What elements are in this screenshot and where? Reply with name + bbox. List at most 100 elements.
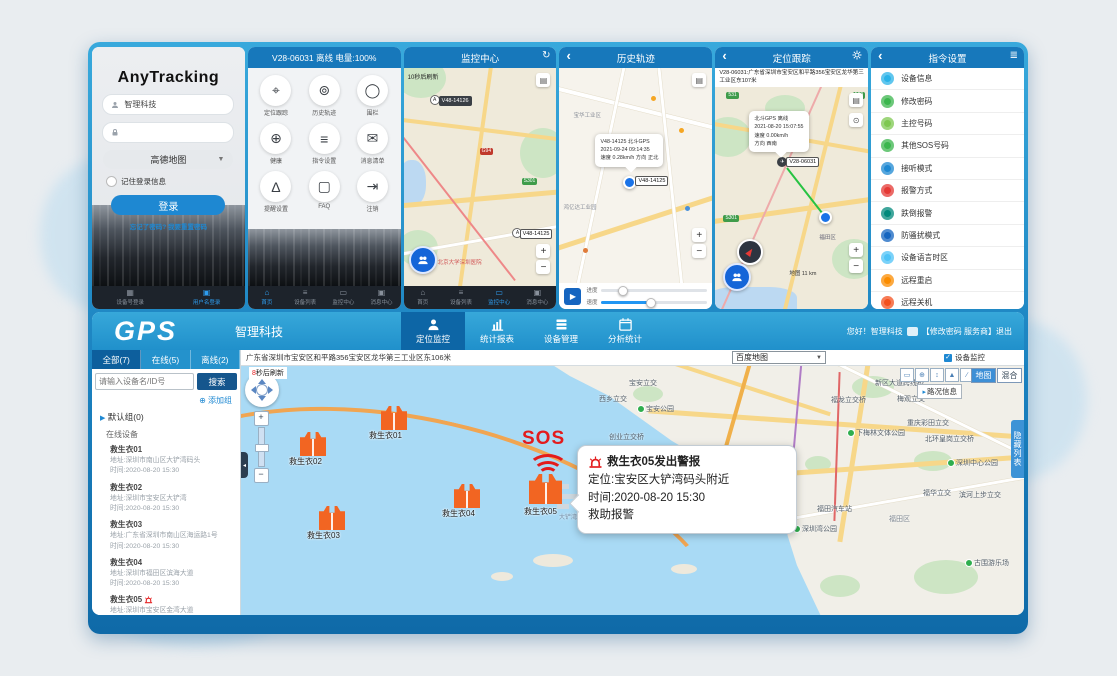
- device-list-item[interactable]: 救生衣02 地址:深圳市宝安区大铲湾 时间:2020-08-20 15:30: [92, 480, 240, 518]
- back-icon[interactable]: ‹: [566, 48, 570, 63]
- nav-reports[interactable]: 统计报表: [465, 312, 529, 350]
- map-provider-select[interactable]: 高德地图 ▼: [103, 150, 233, 169]
- menu-item-commands[interactable]: ≡指令设置: [300, 123, 348, 165]
- remember-checkbox[interactable]: [106, 176, 117, 187]
- forgot-password-link[interactable]: 忘记了密码? 我要重置密码: [92, 221, 245, 231]
- layers-button[interactable]: ▤: [849, 93, 863, 107]
- command-alarm-mode[interactable]: 报警方式: [871, 180, 1024, 202]
- tab-all-devices[interactable]: 全部(7): [92, 350, 141, 369]
- tab-message-center[interactable]: ▣消息中心: [518, 286, 556, 309]
- compass-icon[interactable]: [737, 239, 763, 265]
- menu-item-health[interactable]: ⊕健康: [252, 123, 300, 165]
- username-field[interactable]: 智理科技: [102, 94, 234, 115]
- menu-item-faq[interactable]: ▢FAQ: [300, 171, 348, 213]
- play-button[interactable]: ▶: [564, 288, 581, 305]
- zoom-in-button[interactable]: +: [536, 244, 550, 258]
- menu-item-logout[interactable]: ⇥注销: [348, 171, 396, 213]
- device-marker-label[interactable]: V48-14126: [439, 96, 472, 106]
- main-map[interactable]: 西乡立交 宝安立交 宝安公园 创业立交桥 新区大道跨线桥 梅观立交 福龙立交桥 …: [241, 366, 1024, 615]
- menu-item-reminders[interactable]: Δ提醒设置: [252, 171, 300, 213]
- map-type-hybrid-button[interactable]: 混合: [997, 368, 1022, 383]
- nav-device-management[interactable]: 设备管理: [529, 312, 593, 350]
- zoom-out-button[interactable]: −: [692, 244, 706, 258]
- device-search-input[interactable]: [95, 373, 194, 390]
- pan-left-icon[interactable]: [247, 386, 256, 394]
- command-change-password[interactable]: 修改密码: [871, 90, 1024, 112]
- device-list-item-alarm[interactable]: 救生衣05 地址:深圳市宝安区金湾大道 时间:2020-08-20 15:30: [92, 592, 240, 615]
- command-remote-shutdown[interactable]: 远程关机: [871, 292, 1024, 309]
- menu-item-fence[interactable]: ◯围栏: [348, 75, 396, 117]
- command-dnd-mode[interactable]: 防骚扰模式: [871, 225, 1024, 247]
- device-monitor-toggle[interactable]: ✓ 设备监控: [944, 352, 985, 363]
- command-remote-restart[interactable]: 远程重启: [871, 270, 1024, 292]
- map-type-map-button[interactable]: 地图: [971, 368, 996, 383]
- tab-user-login[interactable]: ▣ 用户名登录: [168, 286, 244, 309]
- command-master-number[interactable]: 主控号码: [871, 113, 1024, 135]
- zoom-handle[interactable]: [255, 444, 269, 452]
- layers-button[interactable]: ▤: [692, 73, 706, 87]
- tab-device-list[interactable]: ≡设备列表: [442, 286, 480, 309]
- traffic-info-tooltip[interactable]: 路况信息: [917, 384, 962, 399]
- streetview-button[interactable]: ⊙: [849, 113, 863, 127]
- list-menu-icon[interactable]: ≣: [1010, 50, 1018, 61]
- nav-monitoring[interactable]: 定位监控: [401, 312, 465, 350]
- command-answer-mode[interactable]: 接听模式: [871, 158, 1024, 180]
- tracking-map[interactable]: 531 529 S301 ▤ ⊙ 北斗GPS 离线 2021-08-20 15:…: [715, 87, 868, 309]
- zoom-in-button[interactable]: +: [692, 228, 706, 242]
- device-marker-label[interactable]: V48-14125: [635, 176, 668, 186]
- command-sos-numbers[interactable]: 其他SOS号码: [871, 135, 1024, 157]
- device-marker-label[interactable]: V28-06031: [786, 157, 819, 167]
- tab-home[interactable]: ⌂首页: [248, 286, 286, 309]
- progress-slider[interactable]: [601, 289, 708, 292]
- nav-analytics[interactable]: 分析统计: [593, 312, 657, 350]
- default-group-row[interactable]: ▶ 默认组(0): [92, 409, 240, 425]
- zoom-out-button[interactable]: −: [849, 259, 863, 273]
- zoom-track[interactable]: [258, 427, 265, 467]
- command-fall-alarm[interactable]: 跌倒报警: [871, 202, 1024, 224]
- tab-device-list[interactable]: ≡设备列表: [286, 286, 324, 309]
- device-list-item[interactable]: 救生衣03 地址:广东省深圳市南山区海运路1号 时间:2020-08-20 15…: [92, 517, 240, 555]
- back-icon[interactable]: ‹: [878, 48, 882, 63]
- menu-item-history[interactable]: ⊚历史轨迹: [300, 75, 348, 117]
- zoom-out-button[interactable]: −: [254, 468, 269, 483]
- command-language-timezone[interactable]: 设备语言时区: [871, 247, 1024, 269]
- settings-chip-icon[interactable]: [907, 327, 918, 336]
- tab-home[interactable]: ⌂首页: [404, 286, 442, 309]
- history-map[interactable]: 宝华工业区 鸿亿达工业园 ▤ V48-14125 北斗GPS 2021-09-2…: [559, 68, 712, 283]
- tab-monitor-center[interactable]: ▭监控中心: [324, 286, 362, 309]
- device-list-item[interactable]: 救生衣04 地址:深圳市福田区滨海大道 时间:2020-08-20 15:30: [92, 555, 240, 593]
- search-button[interactable]: 搜索: [197, 373, 237, 390]
- zoom-in-button[interactable]: +: [254, 411, 269, 426]
- zoom-out-button[interactable]: −: [536, 260, 550, 274]
- menu-item-tracking[interactable]: ⌖定位跟踪: [252, 75, 300, 117]
- marker-tool-icon[interactable]: ▲: [945, 368, 959, 382]
- menu-item-messages[interactable]: ✉消息清单: [348, 123, 396, 165]
- tab-online-devices[interactable]: 在线(5): [141, 350, 190, 369]
- tab-offline-devices[interactable]: 离线(2): [191, 350, 240, 369]
- account-links[interactable]: 【修改密码 服务商】退出: [922, 326, 1012, 337]
- command-device-info[interactable]: 设备信息: [871, 68, 1024, 90]
- people-cluster-icon[interactable]: [409, 246, 437, 274]
- pan-right-icon[interactable]: [268, 386, 277, 394]
- hide-list-tab[interactable]: 隐藏列表: [1011, 420, 1024, 478]
- refresh-icon[interactable]: ↻: [542, 50, 550, 61]
- map-provider-select[interactable]: 百度地图 ▼: [732, 351, 826, 364]
- ruler-tool-icon[interactable]: ▭: [900, 368, 914, 382]
- pan-tool-icon[interactable]: ↕: [930, 368, 944, 382]
- add-group-link[interactable]: ⊕ 添加组: [92, 394, 240, 409]
- gear-icon[interactable]: [852, 50, 862, 63]
- device-marker-label[interactable]: V48-14125: [520, 229, 553, 239]
- monitor-map[interactable]: 10秒后刷新 ▤ A V48-14126 G94 S301 A V48-1412…: [404, 68, 557, 286]
- login-button[interactable]: 登录: [111, 195, 225, 215]
- tab-monitor-center[interactable]: ▭监控中心: [480, 286, 518, 309]
- password-field[interactable]: [102, 122, 234, 143]
- zoom-in-button[interactable]: +: [849, 243, 863, 257]
- zoom-tool-icon[interactable]: ⊕: [915, 368, 929, 382]
- back-icon[interactable]: ‹: [722, 48, 726, 63]
- layers-button[interactable]: ▤: [536, 73, 550, 87]
- device-list-item[interactable]: 救生衣01 地址:深圳市南山区大铲湾码头 时间:2020-08-20 15:30: [92, 442, 240, 480]
- sidebar-collapse-handle[interactable]: ◂: [241, 452, 248, 478]
- tab-message-center[interactable]: ▣消息中心: [362, 286, 400, 309]
- speed-slider[interactable]: [601, 301, 708, 304]
- tab-device-login[interactable]: ▦ 设备号登录: [92, 286, 168, 309]
